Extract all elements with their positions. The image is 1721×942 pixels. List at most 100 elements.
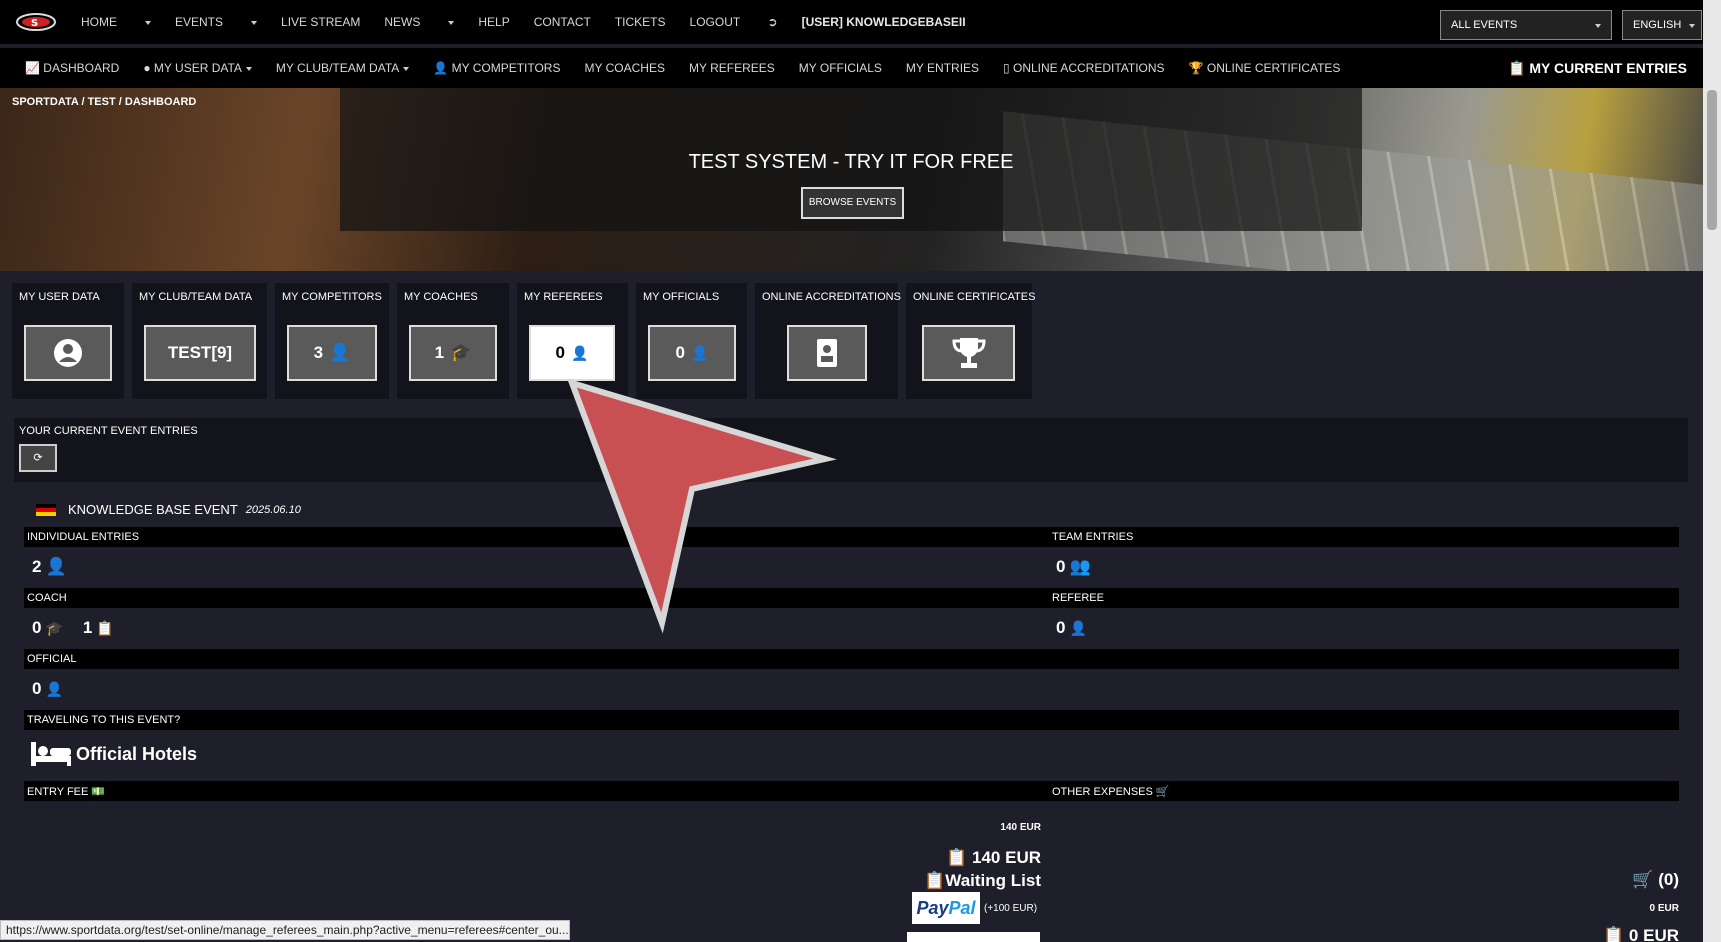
cart-count[interactable]: 🛒 (0): [1632, 870, 1679, 890]
tile-my-coaches[interactable]: MY COACHES 1 🎓: [397, 283, 509, 399]
tile-value: 1: [434, 343, 445, 362]
tile-my-club-team-data[interactable]: MY CLUB/TEAM DATA TEST[9]: [132, 283, 267, 399]
nav-logout[interactable]: LOGOUT ➲: [690, 15, 778, 29]
nav-my-entries[interactable]: MY ENTRIES: [906, 61, 979, 75]
tile-label: ONLINE ACCREDITATIONS: [762, 291, 901, 303]
nav-my-referees[interactable]: MY REFEREES: [689, 61, 775, 75]
user-circle-icon: ●: [143, 61, 151, 75]
entry-fee-small: 140 EUR: [1000, 822, 1041, 833]
current-entries-title: YOUR CURRENT EVENT ENTRIES: [19, 425, 198, 437]
dashboard-tiles: MY USER DATA MY CLUB/TEAM DATA TEST[9] M…: [12, 283, 1035, 399]
breadcrumb: SPORTDATA / TEST / DASHBOARD: [12, 96, 197, 108]
tile-button[interactable]: [24, 325, 112, 381]
users-icon: 👥: [1069, 557, 1091, 576]
nav-online-certificates[interactable]: 🏆 ONLINE CERTIFICATES: [1189, 61, 1341, 75]
tile-label: MY COACHES: [404, 291, 478, 303]
team-entries-header: TEAM ENTRIES: [1049, 527, 1679, 547]
tile-button[interactable]: 1 🎓: [409, 325, 497, 381]
caret-down-icon: [251, 20, 258, 25]
event-name[interactable]: KNOWLEDGE BASE EVENT: [68, 502, 238, 517]
tile-label: MY REFEREES: [524, 291, 603, 303]
nav-my-coaches[interactable]: MY COACHES: [584, 61, 664, 75]
nav-help[interactable]: HELP: [478, 15, 509, 29]
caret-down-icon: [448, 20, 455, 25]
tile-value: 0: [555, 343, 566, 362]
secondary-navbar: 📈 DASHBOARD ● MY USER DATA MY CLUB/TEAM …: [0, 48, 1703, 88]
caret-down-icon: [245, 66, 252, 71]
nav-contact[interactable]: CONTACT: [534, 15, 591, 29]
refresh-icon: ⟳: [33, 452, 43, 464]
language-select[interactable]: ENGLISH: [1622, 10, 1702, 40]
cart-icon: 🛒: [1155, 786, 1170, 798]
tile-my-competitors[interactable]: MY COMPETITORS 3 👤: [275, 283, 389, 399]
tile-button[interactable]: 3 👤: [287, 325, 377, 381]
clipboard-icon: 📋: [1508, 60, 1526, 76]
other-expenses-small: 0 EUR: [1649, 903, 1679, 914]
nav-user[interactable]: [USER] KNOWLEDGEBASEII: [802, 15, 966, 29]
nav-online-accreditations[interactable]: ▯ ONLINE ACCREDITATIONS: [1003, 61, 1165, 75]
tile-label: MY COMPETITORS: [282, 291, 382, 303]
my-current-entries-link[interactable]: 📋 MY CURRENT ENTRIES: [1508, 60, 1687, 77]
hero-title: TEST SYSTEM - TRY IT FOR FREE: [688, 151, 1014, 173]
coach-value[interactable]: 0 🎓 1 📋: [32, 618, 114, 638]
clipboard-icon: 📋: [96, 619, 114, 636]
team-entries-value[interactable]: 0 👥: [1056, 557, 1091, 577]
tile-button[interactable]: 0 👤: [648, 325, 736, 381]
events-select[interactable]: ALL EVENTS: [1440, 10, 1612, 40]
tile-label: MY USER DATA: [19, 291, 100, 303]
entry-fee-header: ENTRY FEE 💵: [24, 781, 1049, 801]
caret-down-icon: [145, 20, 151, 25]
user-icon: 👤: [329, 343, 351, 362]
referee-header: REFEREE: [1049, 588, 1679, 608]
nav-news[interactable]: NEWS: [384, 15, 455, 29]
nav-my-officials[interactable]: MY OFFICIALS: [799, 61, 882, 75]
official-header: OFFICIAL: [24, 649, 1679, 669]
badge-icon: ▯: [1003, 61, 1010, 75]
paypal-note: (+100 EUR): [984, 903, 1038, 914]
sportdata-logo[interactable]: S: [16, 12, 56, 32]
vertical-scrollbar[interactable]: [1703, 0, 1721, 942]
logout-icon: ➲: [767, 15, 778, 29]
official-icon: 👤: [691, 344, 709, 361]
pay-button[interactable]: [907, 932, 1040, 942]
waiting-list[interactable]: 📋Waiting List: [924, 871, 1041, 891]
individual-entries-header: INDIVIDUAL ENTRIES: [24, 527, 1049, 547]
tile-my-user-data[interactable]: MY USER DATA: [12, 283, 124, 399]
paypal-button[interactable]: PayPal: [912, 892, 980, 924]
official-hotels-link[interactable]: Official Hotels: [30, 740, 197, 768]
hero-banner: TEST SYSTEM - TRY IT FOR FREE BROWSE EVE…: [0, 88, 1703, 271]
individual-entries-value[interactable]: 2 👤: [32, 557, 67, 577]
breadcrumb-test[interactable]: TEST: [88, 96, 116, 108]
tile-button[interactable]: 0 👤: [529, 325, 615, 381]
breadcrumb-sportdata[interactable]: SPORTDATA: [12, 96, 78, 108]
tile-value: 3: [313, 343, 324, 362]
nav-dashboard[interactable]: 📈 DASHBOARD: [25, 61, 119, 75]
cart-icon: 🛒: [1632, 870, 1654, 889]
refresh-button[interactable]: ⟳: [19, 444, 57, 472]
trophy-icon: [951, 338, 986, 368]
tile-online-certificates[interactable]: ONLINE CERTIFICATES: [906, 283, 1035, 399]
tile-value: TEST[9]: [167, 343, 233, 362]
nav-my-user-data[interactable]: ● MY USER DATA: [143, 61, 252, 75]
nav-events[interactable]: EVENTS: [175, 15, 258, 29]
scrollbar-thumb[interactable]: [1707, 90, 1717, 230]
nav-live-stream[interactable]: LIVE STREAM: [281, 15, 360, 29]
tile-button[interactable]: [922, 325, 1015, 381]
nav-tickets[interactable]: TICKETS: [615, 15, 666, 29]
nav-home[interactable]: HOME: [81, 15, 151, 29]
tile-button[interactable]: [787, 325, 867, 381]
nav-my-club-team-data[interactable]: MY CLUB/TEAM DATA: [276, 61, 410, 75]
badge-icon: [817, 339, 837, 367]
nav-my-competitors[interactable]: 👤 MY COMPETITORS: [433, 61, 560, 75]
tile-label: MY CLUB/TEAM DATA: [139, 291, 253, 303]
other-expenses-total: 📋 0 EUR: [1603, 926, 1679, 942]
official-value[interactable]: 0 👤: [32, 679, 63, 699]
referee-value[interactable]: 0 👤: [1056, 618, 1087, 638]
event-header: KNOWLEDGE BASE EVENT 2025.06.10: [36, 502, 301, 517]
clipboard-check-icon: 📋: [946, 848, 968, 867]
current-entries-panel: YOUR CURRENT EVENT ENTRIES ⟳: [14, 418, 1688, 482]
browse-events-button[interactable]: BROWSE EVENTS: [801, 187, 904, 219]
coach-header: COACH: [24, 588, 1049, 608]
tile-button[interactable]: TEST[9]: [144, 325, 256, 381]
germany-flag-icon: [36, 503, 56, 516]
